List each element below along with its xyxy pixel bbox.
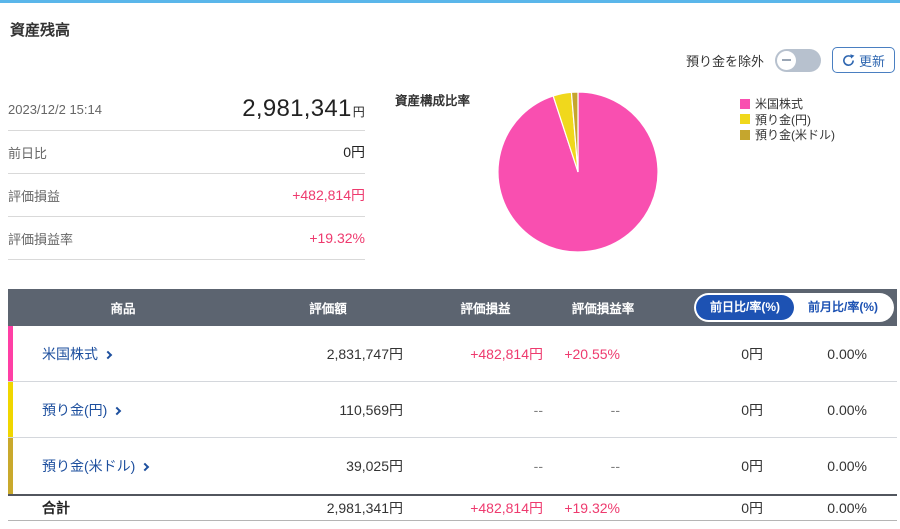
cell-day-change: 0円 <box>653 344 765 364</box>
period-toggle-month[interactable]: 前月比/率(%) <box>794 295 892 320</box>
summary-panel: 2023/12/2 15:14 2,981,341円 前日比 0円 評価損益 +… <box>8 88 365 260</box>
cell-gain: +482,814円 <box>418 344 553 364</box>
cell-gain: -- <box>418 402 553 418</box>
period-toggle-day[interactable]: 前日比/率(%) <box>696 295 794 320</box>
product-link-deposit-jpy[interactable]: 預り金(円) <box>8 400 238 420</box>
row-stripe <box>8 382 13 437</box>
day-change-label: 前日比 <box>8 143 47 162</box>
cell-total-gain: +482,814円 <box>418 498 553 518</box>
col-header-product: 商品 <box>8 298 238 317</box>
gain-rate-value: +19.32% <box>309 230 365 246</box>
pie-chart-legend: 米国株式 預り金(円) 預り金(米ドル) <box>740 96 835 143</box>
table-row-deposit-jpy: 預り金(円) 110,569円 -- -- 0円 0.00% <box>8 382 897 438</box>
chevron-right-icon <box>104 350 112 358</box>
cell-total-day-rate: 0.00% <box>765 500 897 516</box>
cell-day-rate: 0.00% <box>765 346 897 362</box>
gain-value: +482,814円 <box>292 185 365 205</box>
table-row-deposit-usd: 預り金(米ドル) 39,025円 -- -- 0円 0.00% <box>8 438 897 494</box>
cell-day-change: 0円 <box>653 400 765 420</box>
toggle-knob-off-icon <box>777 51 796 70</box>
legend-item: 米国株式 <box>740 96 835 112</box>
cell-total-value: 2,981,341円 <box>238 498 418 518</box>
exclude-deposits-toggle[interactable] <box>775 49 821 72</box>
cell-value: 110,569円 <box>238 400 418 420</box>
cell-day-change: 0円 <box>653 456 765 476</box>
cell-total-day-change: 0円 <box>653 498 765 518</box>
period-toggle: 前日比/率(%) 前月比/率(%) <box>694 293 894 322</box>
summary-row-day-change: 前日比 0円 <box>8 131 365 174</box>
product-link-us-stocks[interactable]: 米国株式 <box>8 344 238 364</box>
pie-chart-title: 資産構成比率 <box>395 90 470 109</box>
asset-balance-page: 資産残高 預り金を除外 更新 2023/12/2 15:14 2,981,341… <box>0 0 900 529</box>
cell-value: 2,831,747円 <box>238 344 418 364</box>
cell-total-gain-rate: +19.32% <box>553 500 653 516</box>
col-header-gain: 評価損益 <box>418 298 553 317</box>
col-header-gain-rate: 評価損益率 <box>553 298 653 317</box>
summary-total-row: 2023/12/2 15:14 2,981,341円 <box>8 88 365 131</box>
chevron-right-icon <box>113 406 121 414</box>
refresh-icon <box>842 54 855 67</box>
header-controls: 預り金を除外 更新 <box>686 47 895 73</box>
summary-row-gain: 評価損益 +482,814円 <box>8 174 365 217</box>
legend-swatch-deposit-jpy <box>740 114 750 124</box>
cell-gain-rate: -- <box>553 458 653 474</box>
total-asset-value: 2,981,341円 <box>242 95 365 123</box>
cell-day-rate: 0.00% <box>765 458 897 474</box>
cell-value: 39,025円 <box>238 456 418 476</box>
summary-row-gain-rate: 評価損益率 +19.32% <box>8 217 365 260</box>
product-link-deposit-usd[interactable]: 預り金(米ドル) <box>8 456 238 476</box>
asset-composition-pie-chart <box>496 90 660 254</box>
legend-label: 米国株式 <box>755 95 803 112</box>
legend-item: 預り金(米ドル) <box>740 127 835 143</box>
total-asset-unit: 円 <box>353 105 365 119</box>
refresh-button[interactable]: 更新 <box>832 47 895 73</box>
refresh-button-label: 更新 <box>859 51 885 70</box>
page-title: 資産残高 <box>10 19 70 40</box>
asset-detail-table: 商品 評価額 評価損益 評価損益率 前日比/率(%) 前月比/率(%) 米国株式… <box>8 289 897 521</box>
legend-label: 預り金(米ドル) <box>755 126 835 143</box>
table-row-us-stocks: 米国株式 2,831,747円 +482,814円 +20.55% 0円 0.0… <box>8 326 897 382</box>
table-header: 商品 評価額 評価損益 評価損益率 前日比/率(%) 前月比/率(%) <box>8 289 897 326</box>
table-row-total: 合計 2,981,341円 +482,814円 +19.32% 0円 0.00% <box>8 494 897 521</box>
cell-gain-rate: +20.55% <box>553 346 653 362</box>
total-label: 合計 <box>8 498 238 518</box>
cell-gain: -- <box>418 458 553 474</box>
exclude-deposits-toggle-label: 預り金を除外 <box>686 51 764 70</box>
chevron-right-icon <box>141 463 149 471</box>
legend-label: 預り金(円) <box>755 111 811 128</box>
cell-gain-rate: -- <box>553 402 653 418</box>
cell-day-rate: 0.00% <box>765 402 897 418</box>
legend-swatch-deposit-usd <box>740 130 750 140</box>
row-stripe <box>8 326 13 381</box>
legend-swatch-us-stocks <box>740 99 750 109</box>
top-accent-line <box>0 0 900 3</box>
col-header-value: 評価額 <box>238 298 418 317</box>
timestamp: 2023/12/2 15:14 <box>8 102 102 117</box>
day-change-value: 0円 <box>343 142 365 162</box>
gain-label: 評価損益 <box>8 186 60 205</box>
row-stripe <box>8 438 13 494</box>
gain-rate-label: 評価損益率 <box>8 229 73 248</box>
legend-item: 預り金(円) <box>740 112 835 128</box>
